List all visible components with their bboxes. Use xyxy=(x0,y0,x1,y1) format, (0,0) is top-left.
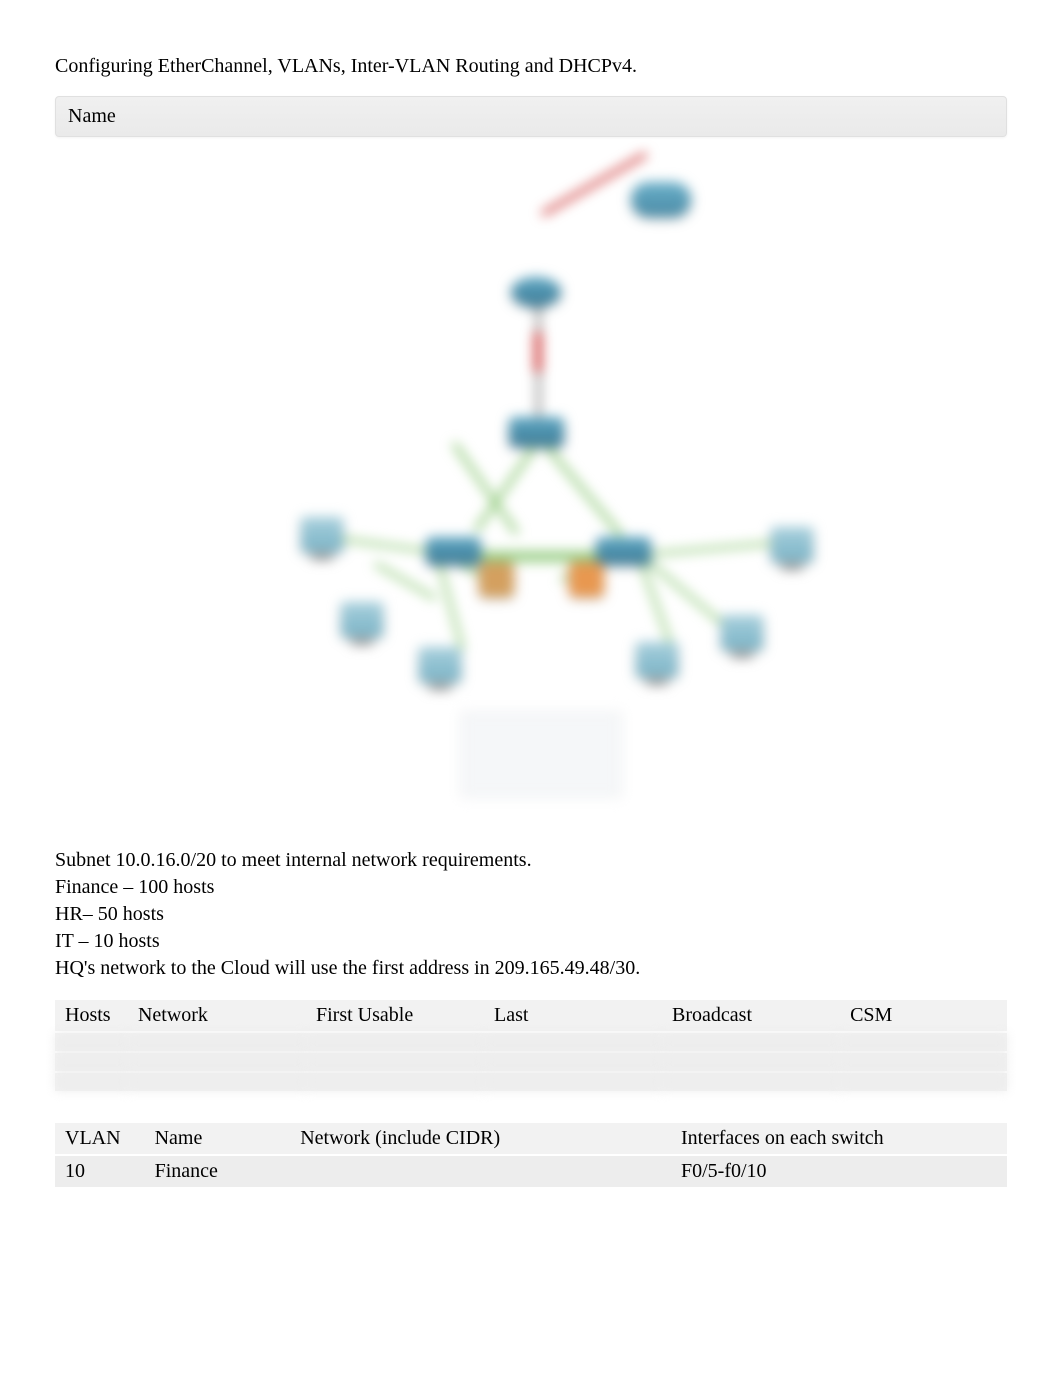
table-row: 10 Finance F0/5-f0/10 xyxy=(55,1155,1007,1188)
requirement-line: Subnet 10.0.16.0/20 to meet internal net… xyxy=(55,847,1007,874)
table-header-row: Hosts Network First Usable Last Broadcas… xyxy=(55,1000,1007,1032)
vlan-table: VLAN Name Network (include CIDR) Interfa… xyxy=(55,1123,1007,1189)
requirement-line: HR– 50 hosts xyxy=(55,901,1007,928)
table-row xyxy=(55,1032,1007,1052)
device-node-icon xyxy=(479,562,514,597)
requirements-text: Subnet 10.0.16.0/20 to meet internal net… xyxy=(55,847,1007,982)
pc-node-icon xyxy=(636,642,678,677)
pc-node-icon xyxy=(721,615,763,650)
column-header: CSM xyxy=(840,1000,1007,1032)
vlan-network-cell xyxy=(290,1155,671,1188)
vlan-interfaces-cell: F0/5-f0/10 xyxy=(671,1155,1007,1188)
router-hq-node-icon xyxy=(509,417,564,447)
pc-node-icon xyxy=(771,527,813,562)
vlan-id-cell: 10 xyxy=(55,1155,145,1188)
requirement-line: HQ's network to the Cloud will use the f… xyxy=(55,955,1007,982)
column-header: Network xyxy=(128,1000,306,1032)
column-header: Interfaces on each switch xyxy=(671,1123,1007,1155)
requirement-line: Finance – 100 hosts xyxy=(55,874,1007,901)
name-input-field[interactable]: Name xyxy=(55,96,1007,137)
pc-node-icon xyxy=(419,647,461,682)
device-node-icon xyxy=(569,562,604,597)
cloud-node-icon xyxy=(631,182,691,217)
table-header-row: VLAN Name Network (include CIDR) Interfa… xyxy=(55,1123,1007,1155)
switch2-node-icon xyxy=(596,537,651,565)
table-row xyxy=(55,1072,1007,1092)
column-header: VLAN xyxy=(55,1123,145,1155)
column-header: Network (include CIDR) xyxy=(290,1123,671,1155)
switch1-node-icon xyxy=(426,537,481,565)
router-node-icon xyxy=(511,277,561,307)
requirement-line: IT – 10 hosts xyxy=(55,928,1007,955)
pc-node-icon xyxy=(301,517,343,552)
network-topology-diagram xyxy=(55,167,1007,807)
column-header: Hosts xyxy=(55,1000,128,1032)
column-header: Last xyxy=(484,1000,662,1032)
column-header: First Usable xyxy=(306,1000,484,1032)
table-row xyxy=(55,1052,1007,1072)
column-header: Broadcast xyxy=(662,1000,840,1032)
diagram-legend xyxy=(461,712,621,797)
pc-node-icon xyxy=(341,602,383,637)
subnet-table: Hosts Network First Usable Last Broadcas… xyxy=(55,1000,1007,1093)
vlan-name-cell: Finance xyxy=(145,1155,291,1188)
column-header: Name xyxy=(145,1123,291,1155)
page-title: Configuring EtherChannel, VLANs, Inter-V… xyxy=(55,55,1007,78)
